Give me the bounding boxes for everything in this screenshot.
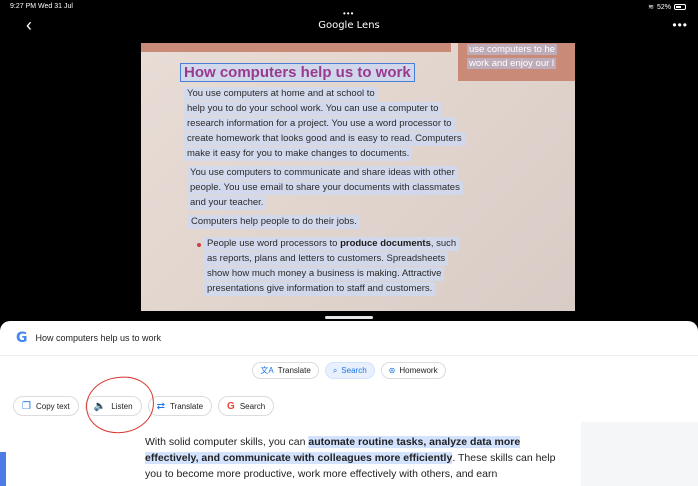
action-label: Copy text — [35, 401, 70, 411]
text-line[interactable]: as reports, plans and letters to custome… — [204, 252, 449, 266]
chip-label: Search — [341, 366, 367, 375]
more-options-button[interactable]: ••• — [672, 18, 688, 32]
bullet-pre: People use word processors to — [207, 238, 341, 249]
mode-chips: 文A Translate ⌕ Search ⊛ Homework — [0, 362, 698, 379]
text-line[interactable]: people. You use email to share your docu… — [187, 181, 463, 195]
side-line[interactable]: work and enjoy our l — [467, 58, 557, 69]
listen-button[interactable]: 🔈 Listen — [84, 396, 142, 416]
search-query[interactable]: How computers help us to work — [36, 333, 162, 343]
text-line[interactable]: research information for a project. You … — [184, 117, 455, 131]
sheet-drag-handle[interactable] — [325, 316, 373, 319]
text-line[interactable]: show how much money a business is making… — [204, 267, 445, 281]
search-icon: ⌕ — [332, 365, 338, 375]
bullet-post: , such — [430, 238, 457, 249]
translate-icon: 文A — [260, 366, 274, 375]
homework-chip[interactable]: ⊛ Homework — [380, 362, 446, 379]
text-line[interactable]: make it easy for you to make changes to … — [184, 147, 413, 161]
translate-chip[interactable]: 文A Translate — [252, 362, 319, 379]
search-button[interactable]: G Search — [218, 396, 275, 416]
text-line[interactable]: You use computers to communicate and sha… — [187, 166, 458, 180]
translate-icon: ⇄ — [156, 400, 165, 412]
side-panel — [581, 422, 698, 486]
search-chip[interactable]: ⌕ Search — [324, 362, 375, 379]
result-pre: With solid computer skills, you can — [145, 436, 309, 448]
text-line[interactable]: People use word processors to produce do… — [204, 237, 460, 251]
copy-icon: ❐ — [22, 400, 31, 412]
bullet-dot — [197, 243, 201, 247]
side-box: use computers to he work and enjoy our l — [458, 43, 575, 81]
ai-result-text[interactable]: With solid computer skills, you can auto… — [145, 434, 565, 482]
status-right: ≋ 52% — [648, 3, 686, 11]
results-sheet: G How computers help us to work 文A Trans… — [0, 321, 698, 486]
text-line[interactable]: help you to do your school work. You can… — [184, 102, 442, 116]
copy-text-button[interactable]: ❐ Copy text — [13, 396, 79, 416]
wifi-icon: ≋ — [648, 4, 654, 11]
google-g-icon: G — [227, 400, 235, 412]
battery-icon — [674, 4, 686, 10]
action-label: Search — [239, 401, 266, 411]
homework-icon: ⊛ — [388, 366, 396, 375]
detected-title[interactable]: How computers help us to work — [180, 63, 415, 82]
text-line[interactable]: presentations give information to staff … — [204, 282, 436, 296]
text-line[interactable]: Computers help people to do their jobs. — [188, 215, 360, 229]
google-logo-icon: G — [16, 330, 28, 346]
query-row[interactable]: G How computers help us to work — [16, 329, 161, 347]
chip-label: Homework — [399, 366, 438, 375]
translate-button[interactable]: ⇄ Translate — [147, 396, 213, 416]
text-line[interactable]: create homework that looks good and is e… — [184, 132, 465, 146]
bullet-bold: produce documents — [340, 238, 431, 249]
action-label: Listen — [111, 401, 133, 411]
camera-image[interactable]: use computers to he work and enjoy our l… — [141, 43, 575, 311]
text-line[interactable]: You use computers at home and at school … — [184, 87, 378, 101]
speaker-icon: 🔈 — [93, 400, 107, 412]
divider — [0, 355, 698, 356]
text-line[interactable]: and your teacher. — [187, 196, 267, 210]
battery-percent: 52% — [656, 3, 671, 11]
side-line[interactable]: use computers to he — [467, 44, 558, 55]
action-label: Translate — [169, 401, 204, 411]
chip-label: Translate — [277, 366, 311, 375]
multitask-grabber[interactable]: ••• — [343, 9, 354, 18]
action-buttons: ❐ Copy text 🔈 Listen ⇄ Translate G Searc… — [13, 396, 275, 416]
app-title: Google Lens — [318, 20, 380, 31]
left-edge-accent — [0, 452, 6, 486]
status-time: 9:27 PM Wed 31 Jul — [10, 3, 73, 10]
